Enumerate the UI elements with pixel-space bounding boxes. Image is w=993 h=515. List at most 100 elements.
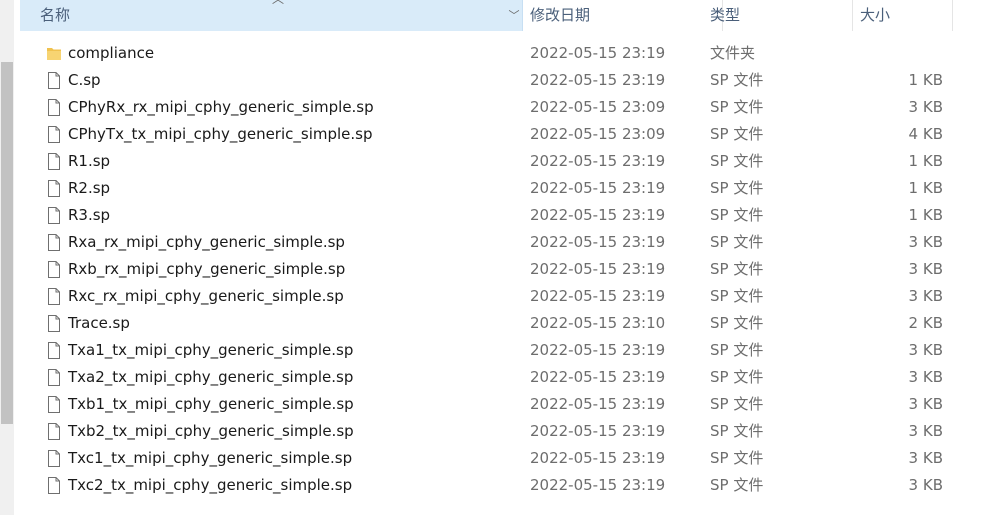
file-row[interactable]: Txb2_tx_mipi_cphy_generic_simple.sp 2022-…	[0, 418, 993, 445]
file-date: 2022-05-15 23:19	[530, 368, 666, 386]
file-icon	[46, 233, 62, 252]
file-type: SP 文件	[710, 287, 764, 305]
file-type: SP 文件	[710, 179, 764, 197]
file-name: Rxa_rx_mipi_cphy_generic_simple.sp	[68, 233, 345, 251]
file-name: Txc2_tx_mipi_cphy_generic_simple.sp	[68, 476, 353, 494]
file-row[interactable]: CPhyRx_rx_mipi_cphy_generic_simple.sp 202…	[0, 94, 993, 121]
file-size: 3 KB	[908, 341, 943, 359]
file-name: Rxc_rx_mipi_cphy_generic_simple.sp	[68, 287, 344, 305]
file-icon	[46, 71, 62, 90]
file-size: 4 KB	[908, 125, 943, 143]
file-icon	[46, 152, 62, 171]
file-type: SP 文件	[710, 422, 764, 440]
file-date: 2022-05-15 23:09	[530, 125, 666, 143]
file-type: SP 文件	[710, 152, 764, 170]
column-header-type[interactable]: 类型	[703, 0, 853, 31]
column-header-bar: 名称 ︿ ﹀ 修改日期 类型 大小	[20, 0, 993, 31]
file-date: 2022-05-15 23:19	[530, 395, 666, 413]
file-icon	[46, 368, 62, 387]
column-header-name[interactable]: 名称 ︿ ﹀	[20, 0, 523, 31]
file-row[interactable]: CPhyTx_tx_mipi_cphy_generic_simple.sp 202…	[0, 121, 993, 148]
file-type: SP 文件	[710, 395, 764, 413]
file-date: 2022-05-15 23:19	[530, 44, 666, 62]
file-type: 文件夹	[710, 44, 756, 62]
file-row[interactable]: Txc1_tx_mipi_cphy_generic_simple.sp 2022-…	[0, 445, 993, 472]
file-icon	[46, 287, 62, 306]
file-name: Txa2_tx_mipi_cphy_generic_simple.sp	[68, 368, 354, 386]
file-type: SP 文件	[710, 476, 764, 494]
file-size: 3 KB	[908, 476, 943, 494]
file-row[interactable]: Txa1_tx_mipi_cphy_generic_simple.sp 2022-…	[0, 337, 993, 364]
file-size: 2 KB	[908, 314, 943, 332]
file-icon	[46, 206, 62, 225]
file-icon	[46, 314, 62, 333]
file-row[interactable]: compliance 2022-05-15 23:19 文件夹	[0, 40, 993, 67]
file-icon	[46, 179, 62, 198]
file-type: SP 文件	[710, 314, 764, 332]
file-row[interactable]: Txc2_tx_mipi_cphy_generic_simple.sp 2022-…	[0, 472, 993, 499]
file-date: 2022-05-15 23:19	[530, 449, 666, 467]
file-date: 2022-05-15 23:19	[530, 422, 666, 440]
file-type: SP 文件	[710, 125, 764, 143]
file-type: SP 文件	[710, 71, 764, 89]
file-name: R2.sp	[68, 179, 111, 197]
column-header-size-label: 大小	[860, 6, 891, 24]
file-icon	[46, 125, 62, 144]
file-size: 3 KB	[908, 233, 943, 251]
file-name: R1.sp	[68, 152, 111, 170]
file-row[interactable]: Txa2_tx_mipi_cphy_generic_simple.sp 2022-…	[0, 364, 993, 391]
file-name: Rxb_rx_mipi_cphy_generic_simple.sp	[68, 260, 346, 278]
file-icon	[46, 260, 62, 279]
file-row[interactable]: Rxc_rx_mipi_cphy_generic_simple.sp 2022-0…	[0, 283, 993, 310]
file-date: 2022-05-15 23:19	[530, 476, 666, 494]
file-size: 3 KB	[908, 449, 943, 467]
file-size: 3 KB	[908, 368, 943, 386]
file-row[interactable]: R1.sp 2022-05-15 23:19 SP 文件 1 KB	[0, 148, 993, 175]
file-icon	[46, 395, 62, 414]
file-name: Txb1_tx_mipi_cphy_generic_simple.sp	[68, 395, 354, 413]
file-name: CPhyTx_tx_mipi_cphy_generic_simple.sp	[68, 125, 373, 143]
file-name: R3.sp	[68, 206, 111, 224]
file-size: 3 KB	[908, 395, 943, 413]
file-date: 2022-05-15 23:19	[530, 260, 666, 278]
column-header-date[interactable]: 修改日期	[523, 0, 723, 31]
file-size: 1 KB	[908, 206, 943, 224]
file-row[interactable]: Txb1_tx_mipi_cphy_generic_simple.sp 2022-…	[0, 391, 993, 418]
file-name: compliance	[68, 44, 155, 62]
file-type: SP 文件	[710, 98, 764, 116]
file-size: 1 KB	[908, 71, 943, 89]
file-icon	[46, 98, 62, 117]
file-size: 3 KB	[908, 260, 943, 278]
file-row[interactable]: R3.sp 2022-05-15 23:19 SP 文件 1 KB	[0, 202, 993, 229]
file-date: 2022-05-15 23:09	[530, 98, 666, 116]
column-header-size[interactable]: 大小	[853, 0, 953, 31]
file-row[interactable]: C.sp 2022-05-15 23:19 SP 文件 1 KB	[0, 67, 993, 94]
file-size: 3 KB	[908, 287, 943, 305]
file-row[interactable]: R2.sp 2022-05-15 23:19 SP 文件 1 KB	[0, 175, 993, 202]
file-type: SP 文件	[710, 368, 764, 386]
chevron-down-icon[interactable]: ﹀	[506, 0, 522, 31]
file-type: SP 文件	[710, 449, 764, 467]
file-type: SP 文件	[710, 206, 764, 224]
column-header-date-label: 修改日期	[530, 6, 591, 24]
file-size: 1 KB	[908, 152, 943, 170]
file-date: 2022-05-15 23:19	[530, 206, 666, 224]
file-date: 2022-05-15 23:19	[530, 71, 666, 89]
file-date: 2022-05-15 23:19	[530, 179, 666, 197]
file-icon	[46, 341, 62, 360]
file-icon	[46, 449, 62, 468]
file-row[interactable]: Trace.sp 2022-05-15 23:10 SP 文件 2 KB	[0, 310, 993, 337]
file-row[interactable]: Rxb_rx_mipi_cphy_generic_simple.sp 2022-0…	[0, 256, 993, 283]
sort-up-icon: ︿	[272, 0, 284, 9]
file-icon	[46, 422, 62, 441]
file-date: 2022-05-15 23:10	[530, 314, 666, 332]
file-date: 2022-05-15 23:19	[530, 341, 666, 359]
file-name: Txa1_tx_mipi_cphy_generic_simple.sp	[68, 341, 354, 359]
folder-icon	[46, 44, 62, 63]
file-size: 3 KB	[908, 422, 943, 440]
file-size	[843, 40, 943, 67]
file-size: 1 KB	[908, 179, 943, 197]
file-date: 2022-05-15 23:19	[530, 152, 666, 170]
file-icon	[46, 476, 62, 495]
file-row[interactable]: Rxa_rx_mipi_cphy_generic_simple.sp 2022-0…	[0, 229, 993, 256]
